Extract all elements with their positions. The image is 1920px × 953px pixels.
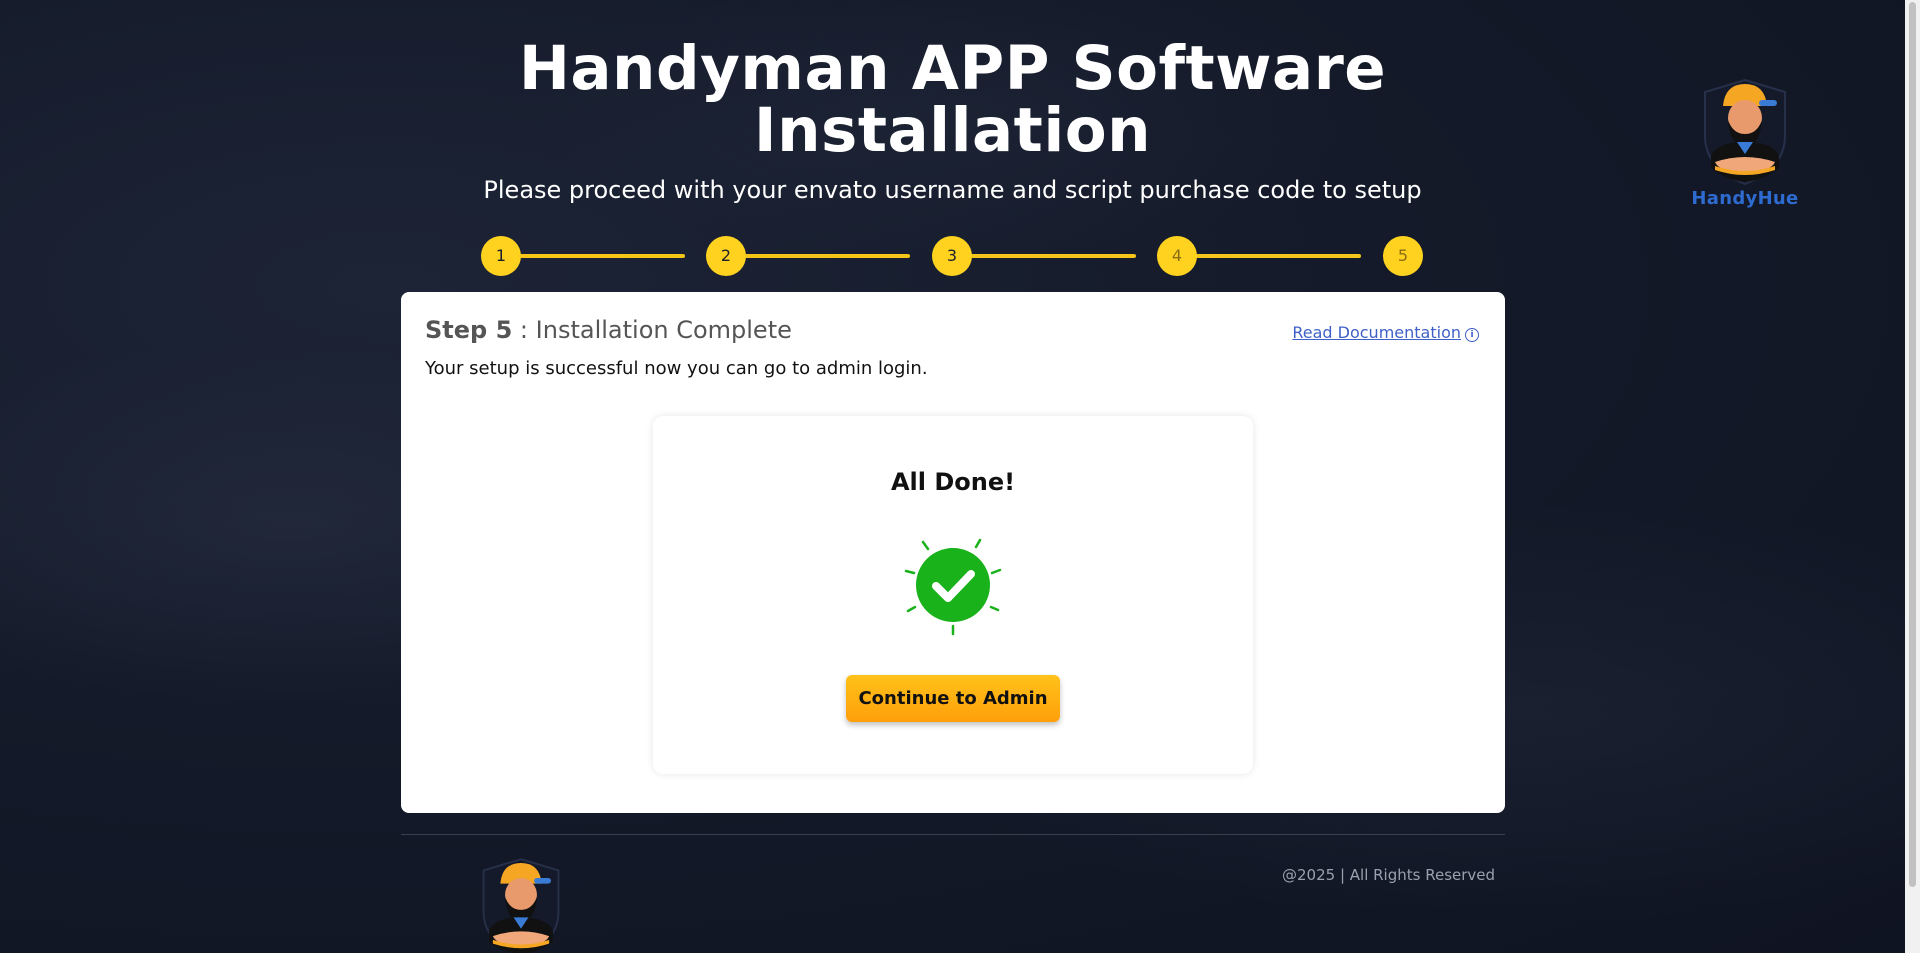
step-5: 5 [1383, 236, 1423, 276]
step-3: 3 [932, 236, 972, 276]
step-label: Step 5 [425, 316, 513, 344]
brand-logo: HandyHue [1690, 76, 1800, 209]
installation-card: Step 5 : Installation Complete Read Docu… [401, 292, 1505, 813]
success-check-icon [893, 526, 1013, 646]
read-documentation-link[interactable]: Read Documentation i [1292, 323, 1479, 342]
step-connector [519, 254, 685, 258]
info-icon: i [1465, 328, 1479, 342]
page-subtitle: Please proceed with your envato username… [483, 176, 1422, 204]
handyman-mascot-icon [1704, 78, 1786, 186]
step-title: Installation Complete [535, 316, 792, 344]
title-line-1: Handyman APP Software [518, 33, 1387, 104]
step-heading: Step 5 : Installation Complete [425, 316, 792, 344]
completion-title: All Done! [890, 468, 1016, 496]
scrollbar-thumb[interactable] [1909, 2, 1916, 887]
doc-link-label: Read Documentation [1292, 323, 1461, 342]
step-separator: : [519, 316, 529, 344]
brand-name: HandyHue [1691, 188, 1799, 209]
step-1: 1 [481, 236, 521, 276]
step-4: 4 [1157, 236, 1197, 276]
copyright-text: @2025 | All Rights Reserved [1282, 866, 1496, 884]
footer-logo [476, 852, 566, 953]
completion-panel: All Done! Continue to Admin [653, 416, 1253, 774]
progress-stepper: 1 2 3 4 5 [481, 236, 1424, 276]
step-2: 2 [706, 236, 746, 276]
footer-divider [401, 834, 1505, 835]
title-line-2: Installation [753, 95, 1152, 166]
handyman-mascot-icon [482, 858, 560, 953]
page-scrollbar[interactable] [1905, 0, 1920, 953]
step-connector [970, 254, 1136, 258]
setup-description: Your setup is successful now you can go … [425, 358, 928, 379]
step-connector [744, 254, 910, 258]
page-header: Handyman APP Software Installation Pleas… [0, 38, 1905, 205]
step-connector [1195, 254, 1361, 258]
continue-to-admin-button[interactable]: Continue to Admin [846, 675, 1060, 722]
page-title: Handyman APP Software Installation [0, 38, 1905, 162]
